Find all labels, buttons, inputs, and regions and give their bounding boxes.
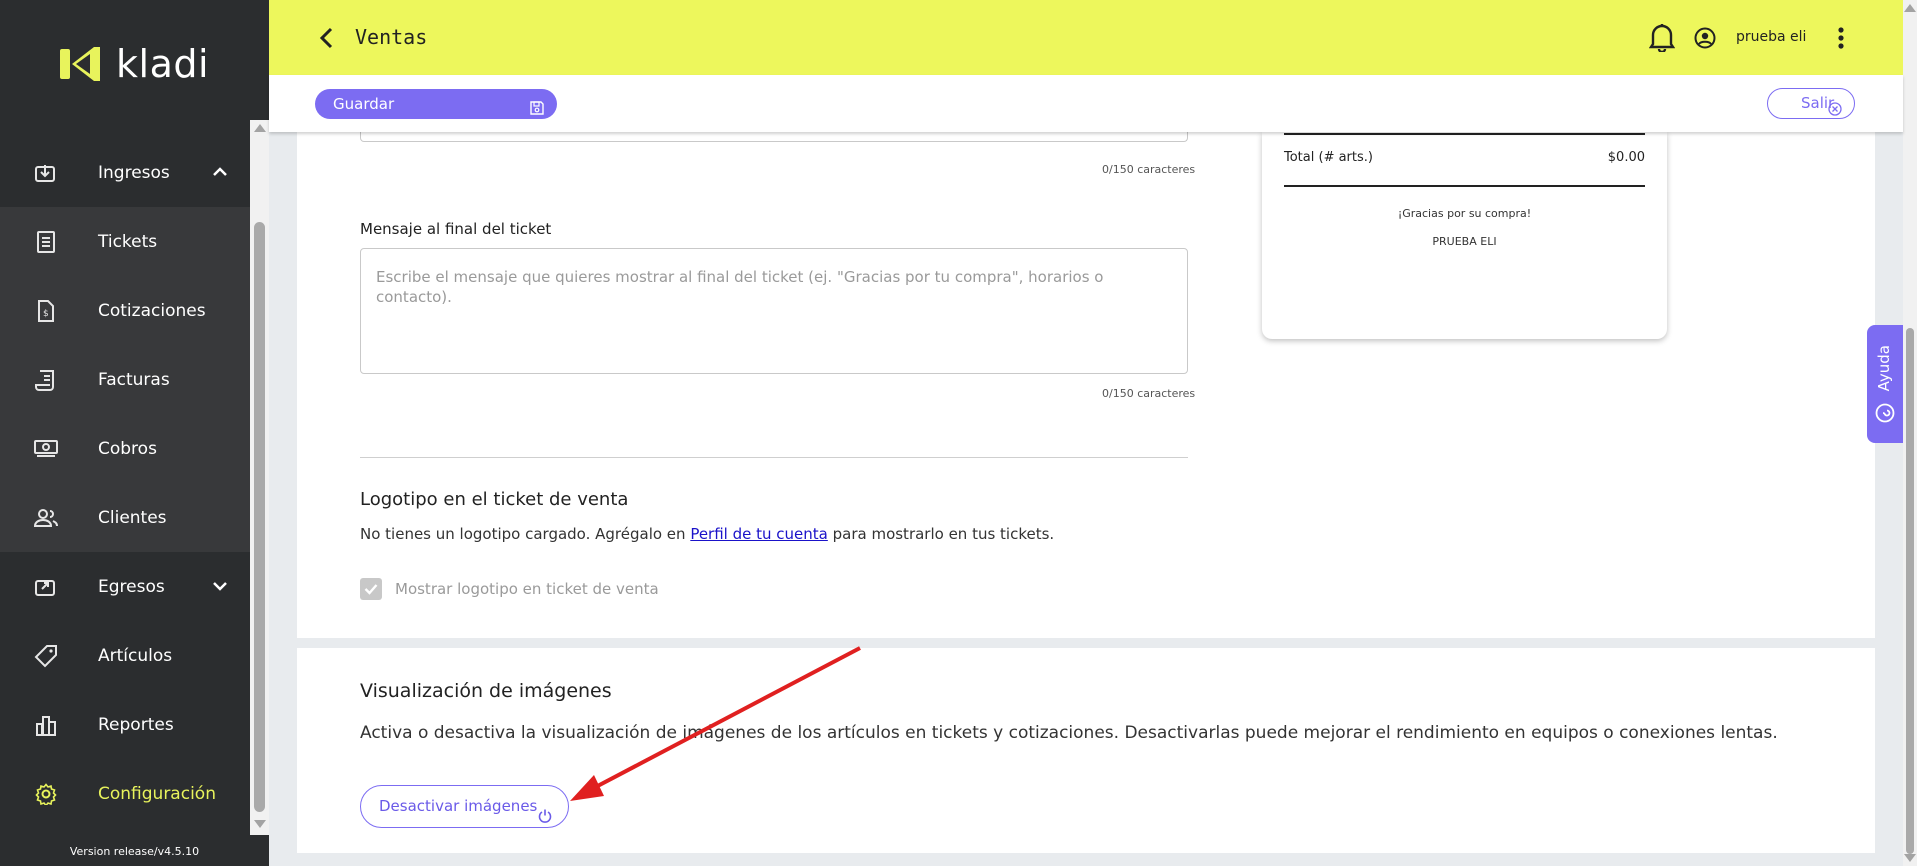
gear-icon bbox=[34, 782, 58, 806]
chevron-up-icon bbox=[212, 162, 228, 182]
sidebar-item-label: Egresos bbox=[98, 576, 165, 597]
image-section-title: Visualización de imágenes bbox=[360, 680, 612, 702]
character-counter: 0/150 caracteres bbox=[1102, 387, 1196, 400]
sidebar-nav: Ingresos Tickets $ Cotizaciones Facturas bbox=[0, 138, 250, 828]
main-scroll-down-icon[interactable] bbox=[1904, 854, 1916, 862]
sidebar-scrollbar-thumb[interactable] bbox=[254, 222, 265, 812]
action-bar: Guardar Salir bbox=[269, 75, 1903, 132]
logo-section-text: No tienes un logotipo cargado. Agrégalo … bbox=[360, 525, 1054, 543]
invoice-icon bbox=[34, 368, 58, 392]
check-icon bbox=[364, 584, 378, 595]
sidebar-item-tickets[interactable]: Tickets bbox=[0, 207, 250, 276]
main-scrollbar-thumb[interactable] bbox=[1906, 328, 1914, 854]
save-button-label: Guardar bbox=[333, 95, 395, 113]
receipt-thanks-message: ¡Gracias por su compra! bbox=[1397, 207, 1532, 220]
more-options-icon[interactable] bbox=[1837, 26, 1845, 54]
sidebar-item-label: Cotizaciones bbox=[98, 300, 206, 321]
chevron-down-icon bbox=[212, 576, 228, 596]
income-icon bbox=[34, 161, 58, 185]
receipt-business-name: PRUEBA ELI bbox=[1432, 235, 1497, 248]
sidebar-item-cobros[interactable]: Cobros bbox=[0, 414, 250, 483]
logo-text-before: No tienes un logotipo cargado. Agrégalo … bbox=[360, 525, 691, 543]
close-circle-icon bbox=[1828, 97, 1842, 126]
version-label: Version release/v4.5.10 bbox=[69, 845, 200, 858]
ticket-icon bbox=[34, 230, 58, 254]
help-tab[interactable]: Ayuda bbox=[1867, 325, 1903, 443]
account-profile-link[interactable]: Perfil de tu cuenta bbox=[690, 525, 828, 543]
ticket-preview: Total (# arts.) $0.00 ¡Gracias por su co… bbox=[1262, 132, 1667, 339]
kladi-logo[interactable]: kladi bbox=[60, 42, 209, 86]
username[interactable]: prueba eli bbox=[1736, 29, 1806, 45]
sidebar-item-cotizaciones[interactable]: $ Cotizaciones bbox=[0, 276, 250, 345]
tag-icon bbox=[34, 644, 58, 668]
help-label: Ayuda bbox=[1875, 345, 1893, 392]
receipt-divider bbox=[1284, 133, 1645, 135]
clients-icon bbox=[34, 506, 58, 530]
sidebar-scroll-down-icon[interactable] bbox=[254, 820, 266, 828]
sidebar-item-facturas[interactable]: Facturas bbox=[0, 345, 250, 414]
sidebar-item-ingresos[interactable]: Ingresos bbox=[0, 138, 250, 207]
sidebar-item-label: Cobros bbox=[98, 438, 157, 459]
receipt-total-amount: $0.00 bbox=[1607, 150, 1645, 165]
help-circle-icon bbox=[1875, 403, 1895, 427]
sidebar-item-reportes[interactable]: Reportes bbox=[0, 690, 250, 759]
show-logo-checkbox-label: Mostrar logotipo en ticket de venta bbox=[395, 580, 659, 598]
sidebar-scroll-up-icon[interactable] bbox=[254, 124, 266, 132]
logo-text-after: para mostrarlo en tus tickets. bbox=[827, 525, 1055, 543]
reports-icon bbox=[34, 713, 58, 737]
floppy-disk-icon bbox=[529, 96, 545, 126]
kladi-logo-icon bbox=[60, 47, 100, 81]
expenses-icon bbox=[34, 575, 58, 599]
sidebar-item-label: Reportes bbox=[98, 714, 174, 735]
header-bar: Ventas prueba eli bbox=[269, 0, 1903, 75]
show-logo-checkbox[interactable] bbox=[360, 578, 382, 600]
power-icon bbox=[537, 799, 553, 840]
user-avatar-icon[interactable] bbox=[1694, 27, 1716, 53]
brand-name: kladi bbox=[116, 42, 210, 86]
sidebar-scrollbar[interactable] bbox=[250, 120, 269, 835]
exit-button[interactable]: Salir bbox=[1767, 88, 1855, 119]
deactivate-images-button[interactable]: Desactivar imágenes bbox=[360, 785, 569, 828]
quote-document-icon: $ bbox=[34, 299, 58, 323]
bell-icon[interactable] bbox=[1648, 22, 1676, 56]
character-counter: 0/150 caracteres bbox=[1102, 163, 1196, 176]
end-message-label: Mensaje al final del ticket bbox=[360, 220, 552, 238]
logo-section-title: Logotipo en el ticket de venta bbox=[360, 489, 629, 510]
sidebar-item-label: Facturas bbox=[98, 369, 170, 390]
ticket-settings-card: 0/150 caracteres Mensaje al final del ti… bbox=[297, 122, 1875, 638]
sidebar-item-label: Ingresos bbox=[98, 162, 170, 183]
svg-text:$: $ bbox=[43, 309, 49, 319]
back-arrow-icon[interactable] bbox=[319, 26, 335, 54]
sidebar-item-configuracion[interactable]: Configuración bbox=[0, 759, 250, 828]
sidebar-item-egresos[interactable]: Egresos bbox=[0, 552, 250, 621]
image-section-description: Activa o desactiva la visualización de i… bbox=[360, 723, 1778, 743]
page-title: Ventas bbox=[355, 25, 428, 49]
main-scrollbar[interactable] bbox=[1903, 0, 1917, 866]
sidebar-item-clientes[interactable]: Clientes bbox=[0, 483, 250, 552]
sidebar-item-articulos[interactable]: Artículos bbox=[0, 621, 250, 690]
receipt-total-label: Total (# arts.) bbox=[1284, 150, 1373, 165]
receipt-divider bbox=[1284, 185, 1645, 187]
deactivate-images-label: Desactivar imágenes bbox=[379, 797, 538, 815]
sidebar-item-label: Artículos bbox=[98, 645, 173, 666]
main-scroll-up-icon[interactable] bbox=[1904, 4, 1916, 12]
sidebar-item-label: Tickets bbox=[98, 231, 158, 252]
sidebar: kladi Ingresos Tickets $ Cotizaciones Fa… bbox=[0, 0, 269, 866]
save-button[interactable]: Guardar bbox=[315, 89, 557, 119]
sidebar-item-label: Configuración bbox=[98, 783, 216, 804]
section-divider bbox=[360, 457, 1188, 458]
cash-icon bbox=[34, 437, 58, 461]
sidebar-item-label: Clientes bbox=[98, 507, 167, 528]
end-message-textarea[interactable]: Escribe el mensaje que quieres mostrar a… bbox=[360, 248, 1188, 374]
image-display-card: Visualización de imágenes Activa o desac… bbox=[297, 648, 1875, 853]
